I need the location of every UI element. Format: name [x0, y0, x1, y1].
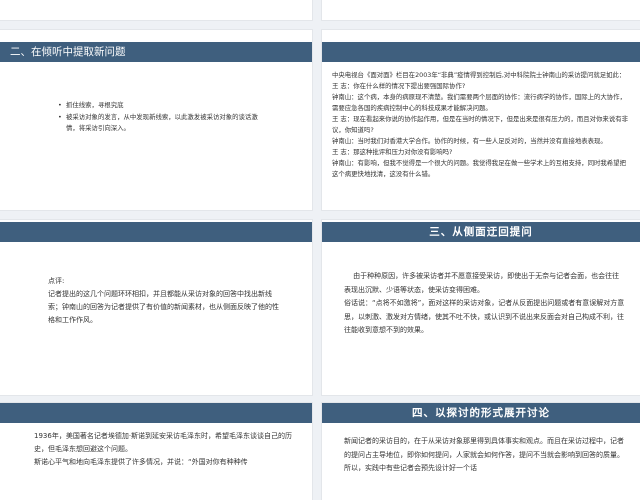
text-line: 记者提出的这几个问题环环相扣，并且都能从采访对象的回答中找出新线索；钟南山的回答… [48, 290, 279, 324]
text-para: 俗话说：“点将不如激将”，面对这样的采访对象，记者从反面提出问题或者有意误解对方… [344, 299, 625, 334]
text-line: 王 志：那这种批评和压力对你没有影响吗? [332, 148, 453, 156]
bullet-item: 被采访对象的发言，从中发现新线索，以此激发被采访对象的谈话激情，将采访引向深入。 [58, 112, 258, 135]
text-line: 钟南山：有影响，但我不觉得是一个很大的问题。我觉得我足在做一些学术上的互相支持，… [332, 159, 626, 178]
slide-3-header-bar [322, 42, 640, 62]
slide-2-title: 二、在倾听中提取新问题 [0, 42, 312, 62]
slide-3-text: 中央电视台《面对面》栏目在2003年“非典”疫情得到控制后,对中科院院士钟南山的… [332, 70, 630, 180]
slide-6-text: 1936年，美国著名记者埃德加·斯诺到延安采访毛泽东时，希望毛泽东谈谈自己的历史… [34, 430, 294, 469]
slide-1b-partial [322, 0, 640, 20]
slide-6: 1936年，美国著名记者埃德加·斯诺到延安采访毛泽东时，希望毛泽东谈谈自己的历史… [0, 403, 312, 500]
slide-5-text: 由于种种原因，许多被采访者并不愿意接受采访，即使出于无奈与记者会面，也会往往表现… [344, 270, 626, 338]
text-para: 由于种种原因，许多被采访者并不愿意接受采访，即使出于无奈与记者会面，也会往往表现… [344, 272, 620, 294]
slide-2: 二、在倾听中提取新问题 抓住线索，寻根究底 被采访对象的发言，从中发现新线索，以… [0, 30, 312, 210]
text-line: 中央电视台《面对面》栏目在2003年“非典”疫情得到控制后,对中科院院士钟南山的… [332, 71, 626, 79]
slide-7-title: 四、以探讨的形式展开讨论 [322, 403, 640, 423]
slide-5: 三、从侧面迂回提问 由于种种原因，许多被采访者并不愿意接受采访，即使出于无奈与记… [322, 220, 640, 395]
slide-5-title: 三、从侧面迂回提问 [322, 222, 640, 242]
slide-7-text: 新闻记者的采访目的，在于从采访对象那里得到具体事实和观点。而且在采访过程中，记者… [344, 435, 628, 476]
slide-4: 点评: 记者提出的这几个问题环环相扣，并且都能从采访对象的回答中找出新线索；钟南… [0, 220, 312, 395]
slide-7: 四、以探讨的形式展开讨论 新闻记者的采访目的，在于从采访对象那里得到具体事实和观… [322, 403, 640, 500]
text-line: 王 志：你在什么样的情况下提出要强国际协作? [332, 82, 466, 90]
text-line: 1936年，美国著名记者埃德加·斯诺到延安采访毛泽东时，希望毛泽东谈谈自己的历史… [34, 432, 293, 453]
slide-2-bullets: 抓住线索，寻根究底 被采访对象的发言，从中发现新线索，以此激发被采访对象的谈话激… [58, 100, 258, 135]
slide-4-text: 点评: 记者提出的这几个问题环环相扣，并且都能从采访对象的回答中找出新线索；钟南… [48, 275, 284, 327]
slide-6-header-bar [0, 403, 312, 423]
text-line: 新闻记者的采访目的，在于从采访对象那里得到具体事实和观点。而且在采访过程中，记者… [344, 437, 624, 472]
slide-1-partial [0, 0, 312, 20]
text-line: 王 志：现在看起来你说的协作起作用，但是在当时的情况下，但是出来是很有压力的，而… [332, 115, 628, 134]
slide-3: 中央电视台《面对面》栏目在2003年“非典”疫情得到控制后,对中科院院士钟南山的… [322, 30, 640, 210]
bullet-item: 抓住线索，寻根究底 [58, 100, 258, 112]
text-line: 点评: [48, 277, 65, 285]
slide-4-header-bar [0, 222, 312, 242]
text-line: 钟南山：当时我们对香港大学合作。协作的时候，有一些人足反对的，当然并没有直接地表… [332, 137, 607, 145]
text-line: 斯诺心平气和地向毛泽东提供了许多情况，并说：“外国对你有种种传 [34, 458, 248, 466]
text-line: 钟南山：这个病，本身的病原现不清楚。我们需要两个层面的协作：流行病学的协作，国际… [332, 93, 626, 112]
